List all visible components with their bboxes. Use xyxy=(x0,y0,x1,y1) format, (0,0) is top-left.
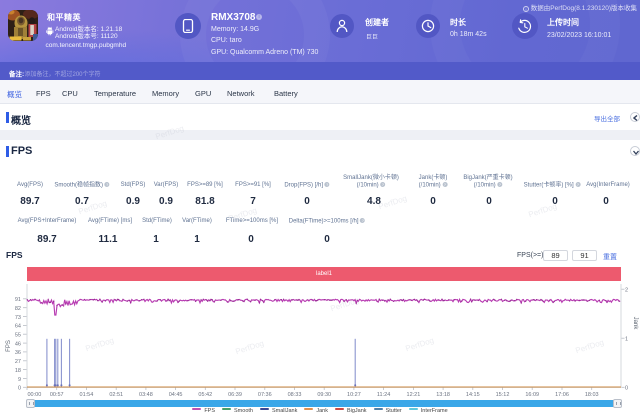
svg-text:9: 9 xyxy=(18,377,21,383)
svg-text:2: 2 xyxy=(625,288,628,294)
svg-text:64: 64 xyxy=(15,324,21,330)
svg-text:1: 1 xyxy=(625,337,628,343)
svg-text:73: 73 xyxy=(15,315,21,321)
svg-text:10:27: 10:27 xyxy=(347,392,361,398)
svg-text:05:42: 05:42 xyxy=(198,392,212,398)
svg-text:13:18: 13:18 xyxy=(436,392,450,398)
svg-text:FPS: FPS xyxy=(6,340,12,352)
svg-text:46: 46 xyxy=(15,341,21,347)
svg-text:91: 91 xyxy=(15,297,21,303)
svg-text:04:45: 04:45 xyxy=(169,392,183,398)
svg-text:00:57: 00:57 xyxy=(50,392,64,398)
svg-text:12:21: 12:21 xyxy=(407,392,421,398)
svg-text:00:00: 00:00 xyxy=(28,392,42,398)
svg-text:Jank: Jank xyxy=(632,317,638,331)
svg-text:03:48: 03:48 xyxy=(139,392,153,398)
svg-text:02:51: 02:51 xyxy=(109,392,123,398)
svg-text:17:06: 17:06 xyxy=(555,392,569,398)
svg-text:0: 0 xyxy=(18,386,21,392)
svg-text:36: 36 xyxy=(15,350,21,356)
svg-text:09:30: 09:30 xyxy=(317,392,331,398)
svg-text:08:33: 08:33 xyxy=(288,392,302,398)
svg-text:82: 82 xyxy=(15,306,21,312)
svg-text:11:24: 11:24 xyxy=(377,392,390,398)
svg-text:06:39: 06:39 xyxy=(228,392,242,398)
svg-text:27: 27 xyxy=(15,359,21,365)
svg-text:14:15: 14:15 xyxy=(466,392,480,398)
svg-text:55: 55 xyxy=(15,333,21,339)
svg-text:18:03: 18:03 xyxy=(585,392,599,398)
svg-text:18: 18 xyxy=(15,368,21,374)
svg-text:01:54: 01:54 xyxy=(80,392,94,398)
svg-text:15:12: 15:12 xyxy=(496,392,510,398)
svg-text:16:09: 16:09 xyxy=(525,392,539,398)
svg-text:07:36: 07:36 xyxy=(258,392,272,398)
svg-text:0: 0 xyxy=(625,386,628,392)
